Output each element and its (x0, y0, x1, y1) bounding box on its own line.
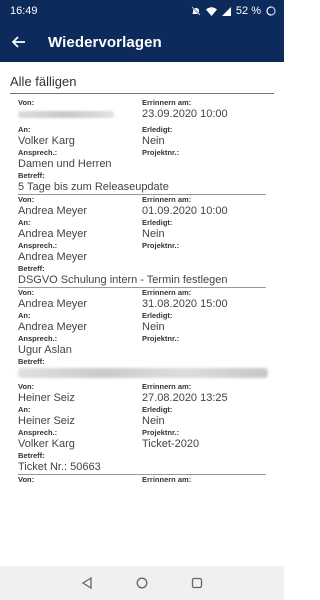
battery-icon (266, 6, 276, 16)
battery-percent: 52 % (235, 5, 261, 17)
reminder-date: 23.09.2020 10:00 (142, 108, 228, 120)
list-item[interactable]: Von: Andrea Meyer Errinnern am: 01.09.2020… (18, 195, 266, 288)
label-erinnern: Errinnern am: (142, 195, 192, 204)
list-item[interactable]: Von: Errinnern am: (18, 475, 266, 484)
contact-person: Volker Karg (18, 438, 75, 450)
label-ansprech: Ansprech.: (18, 241, 58, 250)
label-ansprech: Ansprech.: (18, 428, 58, 437)
status-bar: 16:49 52 % (0, 0, 284, 22)
nav-home-button[interactable] (130, 571, 154, 595)
project-number (142, 343, 266, 357)
wifi-icon (205, 6, 217, 16)
label-erledigt: Erledigt: (142, 218, 173, 227)
content-area: Alle fälligen Von: Errinnern am: 23.09.20… (0, 62, 284, 566)
subject: DSGVO Schulung intern - Termin festlegen (18, 274, 228, 286)
recipient: Heiner Seiz (18, 415, 75, 427)
label-projekt: Projektnr.: (142, 241, 180, 250)
label-erledigt: Erledigt: (142, 405, 173, 414)
label-an: An: (18, 405, 31, 414)
subject: 5 Tage bis zum Releaseupdate (18, 181, 169, 193)
label-erinnern: Errinnern am: (142, 98, 192, 107)
reminder-date: 31.08.2020 15:00 (142, 298, 228, 310)
redacted-subject (18, 368, 268, 378)
done-status: Nein (142, 321, 165, 333)
list-item[interactable]: Von: Errinnern am: 23.09.2020 10:00 An: Vo… (18, 98, 266, 195)
label-betreff: Betreff: (18, 171, 45, 180)
reminder-date: 01.09.2020 10:00 (142, 205, 228, 217)
label-an: An: (18, 311, 31, 320)
done-status: Nein (142, 228, 165, 240)
list-item[interactable]: Von: Andrea Meyer Errinnern am: 31.08.2020… (18, 288, 268, 378)
label-erledigt: Erledigt: (142, 125, 173, 134)
contact-person: Ugur Aslan (18, 344, 72, 356)
status-icons: 52 % (191, 5, 276, 17)
label-betreff: Betreff: (18, 264, 45, 273)
label-ansprech: Ansprech.: (18, 334, 58, 343)
label-projekt: Projektnr.: (142, 334, 180, 343)
nav-recents-button[interactable] (185, 571, 209, 595)
label-von: Von: (18, 195, 35, 204)
back-arrow-icon (12, 36, 25, 48)
recipient: Andrea Meyer (18, 321, 88, 333)
contact-person: Andrea Meyer (18, 251, 88, 263)
label-an: An: (18, 218, 31, 227)
project-number: Ticket-2020 (142, 438, 200, 450)
done-status: Nein (142, 415, 165, 427)
label-projekt: Projektnr.: (142, 428, 180, 437)
label-betreff: Betreff: (18, 357, 45, 366)
label-von: Von: (18, 382, 35, 391)
label-von: Von: (18, 475, 35, 484)
label-erledigt: Erledigt: (142, 311, 173, 320)
app-bar: Wiedervorlagen (0, 22, 284, 62)
done-status: Nein (142, 135, 165, 147)
nav-home-icon (136, 577, 148, 589)
page-title: Wiedervorlagen (48, 33, 162, 51)
recipient: Volker Karg (18, 135, 75, 147)
label-von: Von: (18, 288, 35, 297)
reminder-date: 27.08.2020 13:25 (142, 392, 228, 404)
sender: Andrea Meyer (18, 205, 88, 217)
system-nav-bar (0, 566, 284, 600)
label-betreff: Betreff: (18, 451, 45, 460)
contact-person: Damen und Herren (18, 158, 112, 170)
label-erinnern: Errinnern am: (142, 288, 192, 297)
nav-recents-icon (191, 577, 202, 589)
label-erinnern: Errinnern am: (142, 475, 192, 484)
sender: Heiner Seiz (18, 392, 75, 404)
back-button[interactable] (0, 22, 38, 62)
mute-icon (191, 6, 201, 16)
nav-back-button[interactable] (75, 571, 99, 595)
label-ansprech: Ansprech.: (18, 148, 58, 157)
nav-back-icon (82, 577, 92, 589)
list-item[interactable]: Von: Heiner Seiz Errinnern am: 27.08.2020 … (18, 382, 266, 475)
section-title: Alle fälligen (10, 74, 274, 94)
sender: Andrea Meyer (18, 298, 88, 310)
redacted-sender (18, 111, 114, 118)
project-number (142, 250, 266, 264)
label-an: An: (18, 125, 31, 134)
label-von: Von: (18, 98, 35, 107)
status-time: 16:49 (10, 5, 38, 17)
signal-icon (221, 6, 231, 16)
recipient: Andrea Meyer (18, 228, 88, 240)
label-erinnern: Errinnern am: (142, 382, 192, 391)
project-number (142, 157, 266, 171)
subject: Ticket Nr.: 50663 (18, 461, 101, 473)
label-projekt: Projektnr.: (142, 148, 180, 157)
record-list: Von: Errinnern am: 23.09.2020 10:00 An: Vo… (0, 94, 284, 484)
